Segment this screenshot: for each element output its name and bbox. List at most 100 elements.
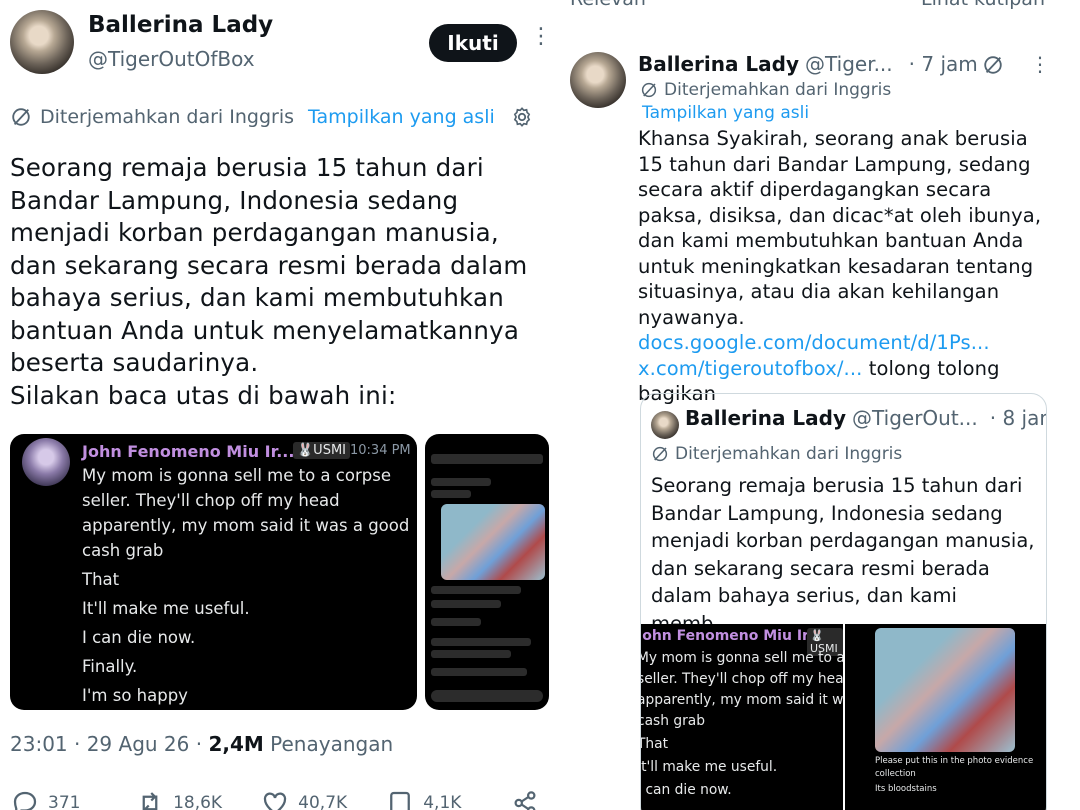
dm-message: apparently, my mom said it was a	[640, 692, 843, 708]
dm-message: cash grab	[82, 541, 164, 560]
dm-message: That	[640, 736, 669, 752]
translated-label: Diterjemahkan dari Inggris	[664, 80, 892, 100]
post-text: Seorang remaja berusia 15 tahun dari Ban…	[10, 153, 528, 410]
quoted-dm-screenshot[interactable]: John Fenomeno Miu Ir... 🐰USMI My mom is …	[640, 624, 843, 810]
author-handle[interactable]: @Tiger...	[805, 52, 893, 76]
thumbnail-line	[431, 618, 481, 626]
translated-label: Diterjemahkan dari Inggris	[40, 106, 295, 128]
main-post: Ballerina Lady @TigerOutOfBox Ikuti ⋮ Di…	[0, 0, 560, 810]
evidence-photo	[875, 628, 1015, 752]
photo-caption: Its bloodstains	[875, 784, 937, 794]
thumbnail-line	[431, 600, 501, 608]
share-icon	[514, 791, 536, 810]
translated-label: Diterjemahkan dari Inggris	[675, 444, 903, 464]
more-options-icon[interactable]: ⋮	[530, 26, 552, 48]
quoted-post[interactable]: Ballerina Lady @TigerOut... · 8 jam Dite…	[640, 393, 1047, 810]
gear-icon[interactable]	[511, 106, 533, 128]
reply-button[interactable]: 371	[10, 788, 135, 810]
author-name[interactable]: Ballerina Lady	[638, 52, 799, 76]
x-link[interactable]: x.com/tigeroutofbox/...	[638, 357, 862, 380]
dm-message: That	[82, 570, 120, 589]
author-line: Ballerina Lady @Tiger... · 7 jam	[638, 52, 978, 76]
dm-message: I'm so happy	[82, 686, 188, 705]
quoted-translation-bar: Diterjemahkan dari Inggris	[651, 444, 902, 464]
translate-icon	[641, 82, 657, 98]
dm-message: seller. They'll chop off my head	[82, 491, 340, 510]
thumbnail-line	[431, 490, 471, 498]
post-text-body: Khansa Syakirah, seorang anak berusia 15…	[638, 127, 1042, 329]
photo-caption: collection	[875, 769, 916, 779]
thumbnail-input	[431, 690, 543, 702]
repost-icon	[142, 792, 158, 810]
google-docs-link[interactable]: docs.google.com/document/d/1Ps...	[638, 331, 990, 354]
show-original-link[interactable]: Tampilkan yang asli	[642, 103, 809, 123]
translate-icon	[12, 108, 30, 126]
bookmark-button[interactable]: 4,1K	[385, 788, 510, 810]
more-options-icon[interactable]: ⋮	[1030, 52, 1050, 76]
author-name[interactable]: Ballerina Lady	[88, 12, 273, 38]
thumbnail-line	[431, 668, 527, 676]
post-meta: 23:01 · 29 Agu 26 · 2,4M Penayangan	[10, 732, 393, 756]
author-handle[interactable]: @TigerOutOfBox	[88, 47, 255, 71]
views-label: Penayangan	[263, 732, 394, 756]
show-original-link[interactable]: Tampilkan yang asli	[308, 106, 495, 128]
dm-sender-name: John Fenomeno Miu Ir...	[640, 628, 823, 644]
chat-screenshot-thumbnail[interactable]	[425, 434, 549, 710]
view-quotes-link[interactable]: Lihat kutipan	[921, 0, 1045, 10]
translate-icon[interactable]	[982, 54, 1004, 76]
repost-button[interactable]: 18,6K	[135, 788, 260, 810]
dm-message: My mom is gonna sell me to a corpse	[82, 466, 391, 485]
translation-bar: Diterjemahkan dari Inggris Tampilkan yan…	[10, 106, 533, 128]
thumbnail-line	[431, 638, 531, 646]
dm-message: I can die now.	[82, 628, 196, 647]
quoted-author-line: Ballerina Lady @TigerOut... · 8 jam	[685, 406, 1046, 430]
author-avatar[interactable]	[10, 10, 74, 74]
reply-icon	[13, 791, 37, 810]
follow-button[interactable]: Ikuti	[429, 24, 517, 62]
dm-screenshot-image[interactable]: John Fenomeno Miu Ir... 🐰USMI 10:34 PM M…	[10, 434, 417, 710]
reply-count: 371	[48, 793, 81, 810]
quoted-photo-screenshot[interactable]: Please put this in the photo evidence co…	[845, 624, 1046, 810]
dm-message: I can die now.	[640, 782, 732, 798]
thumbnail-line	[431, 478, 491, 486]
post-text: Khansa Syakirah, seorang anak berusia 15…	[638, 126, 1058, 407]
quoted-post-text: Seorang remaja berusia 15 tahun dari Ban…	[651, 474, 1035, 635]
dm-sender-name: John Fenomeno Miu Ir...	[82, 442, 295, 461]
quoted-author-name: Ballerina Lady	[685, 406, 847, 430]
thumbnail-line	[431, 586, 521, 594]
bookmark-count: 4,1K	[423, 793, 462, 810]
thumbnail-photo	[441, 504, 545, 580]
reply-post: Relevan Lihat kutipan Ballerina Lady @Ti…	[560, 0, 1080, 810]
translate-icon	[652, 446, 668, 462]
post-timestamp[interactable]: 23:01 · 29 Agu 26 ·	[10, 732, 208, 756]
dm-message: It'll make me useful.	[82, 599, 250, 618]
post-time[interactable]: · 7 jam	[909, 52, 978, 76]
heart-icon	[264, 792, 287, 810]
author-avatar[interactable]	[570, 52, 626, 108]
share-button[interactable]	[510, 788, 550, 810]
dm-message: apparently, my mom said it was a good	[82, 516, 410, 535]
dm-message: Finally.	[82, 657, 138, 676]
thumbnail-line	[431, 650, 511, 658]
view-count: 2,4M	[208, 732, 264, 756]
quoted-author-avatar	[651, 411, 679, 439]
dm-message: My mom is gonna sell me to a co	[641, 650, 843, 666]
action-bar: 371 18,6K 40,7K 4,1K	[10, 788, 550, 810]
sort-relevan-dropdown[interactable]: Relevan	[570, 0, 646, 10]
quoted-author-handle: @TigerOut...	[852, 406, 978, 430]
bookmark-icon	[390, 791, 411, 810]
translation-bar: Diterjemahkan dari Inggris	[640, 80, 891, 100]
top-bar: Relevan Lihat kutipan	[570, 0, 1045, 10]
dm-message: It'll make me useful.	[640, 759, 778, 775]
dm-sender-avatar	[22, 438, 70, 486]
dm-message: cash grab	[640, 713, 706, 729]
like-count: 40,7K	[298, 793, 348, 810]
dm-badge: 🐰USMI	[293, 442, 351, 459]
quoted-post-time: · 8 jam	[989, 406, 1046, 430]
dm-message: seller. They'll chop off my head	[640, 671, 843, 687]
like-button[interactable]: 40,7K	[260, 788, 385, 810]
repost-count: 18,6K	[173, 793, 223, 810]
thumbnail-header	[431, 454, 543, 464]
photo-caption: Please put this in the photo evidence	[875, 756, 1034, 766]
dm-time: 10:34 PM	[350, 443, 411, 458]
